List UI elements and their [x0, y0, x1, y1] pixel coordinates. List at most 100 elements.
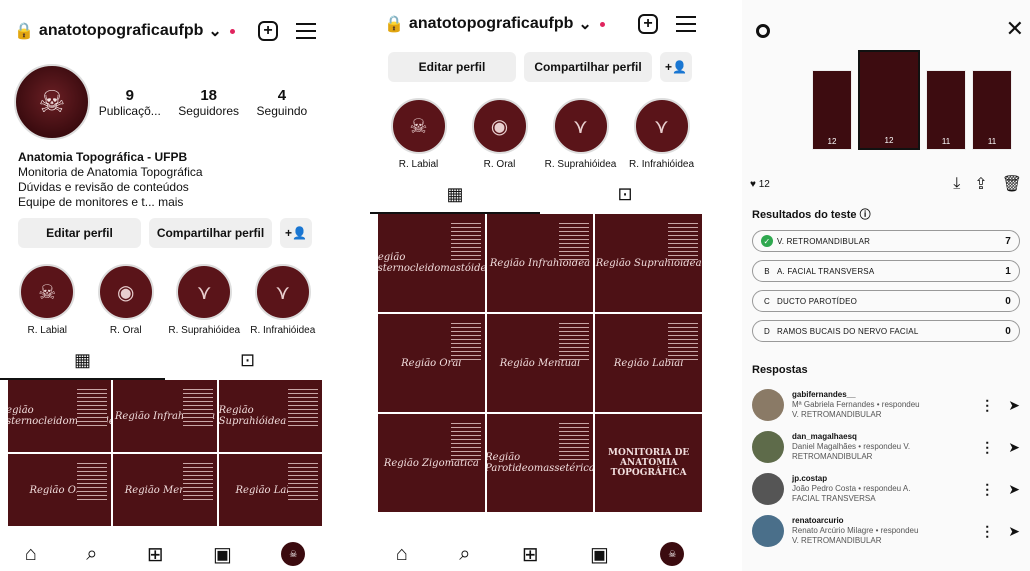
share-profile-button[interactable]: Compartilhar perfil — [149, 218, 272, 248]
grid-tab-icon[interactable]: ▦ — [0, 342, 165, 380]
story-thumbnail[interactable]: 12 — [812, 70, 852, 150]
post-thumbnail[interactable]: Região Oral — [378, 314, 485, 412]
info-icon[interactable]: ⓘ — [860, 209, 871, 221]
view-count-value: 12 — [758, 178, 770, 190]
quiz-option[interactable]: B A. FACIAL TRANSVERSA 1 — [752, 260, 1020, 282]
post-thumbnail[interactable]: Região Esternocleidomastóidea — [378, 214, 485, 312]
stat-following[interactable]: 4 Seguindo — [257, 87, 308, 118]
avatar[interactable] — [752, 389, 784, 421]
highlight-item[interactable]: ⋎ R. Infrahióidea — [623, 98, 701, 170]
menu-icon[interactable] — [296, 23, 316, 39]
search-icon[interactable]: ⌕ — [459, 543, 470, 566]
edit-profile-button[interactable]: Editar perfil — [388, 52, 516, 82]
post-thumbnail[interactable]: Região Suprahióidea — [595, 214, 702, 312]
post-text-lines — [667, 220, 698, 260]
thumb-view-count: 12 — [827, 137, 837, 146]
menu-icon[interactable] — [676, 16, 696, 32]
reels-icon[interactable]: ▣ — [213, 542, 232, 567]
profile-summary: ☠ 9 Publicaçõ... 18 Seguidores 4 Seguindo — [0, 62, 330, 142]
home-icon[interactable]: ⌂ — [25, 543, 37, 566]
bio-line[interactable]: Equipe de monitores e t... mais — [18, 195, 312, 210]
send-icon[interactable]: ➤ — [1008, 439, 1020, 456]
highlight-item[interactable]: ◉ R. Oral — [87, 264, 165, 336]
create-icon[interactable]: + — [638, 14, 658, 34]
post-thumbnail[interactable]: Região Parotideomassetérica — [486, 414, 594, 512]
profile-header: 🔒 anatotopograficaufpb ⌄ + — [0, 0, 330, 62]
create-icon[interactable]: ⊞ — [522, 542, 539, 567]
response-text: gabifernandes__ Mª Gabriela Fernandes • r… — [792, 390, 966, 420]
send-icon[interactable]: ➤ — [1008, 523, 1020, 540]
response-row[interactable]: gabifernandes__ Mª Gabriela Fernandes • r… — [742, 384, 1030, 426]
more-icon[interactable]: ⋮ — [980, 397, 994, 414]
add-person-button[interactable]: +👤 — [660, 52, 692, 82]
account-switcher[interactable]: 🔒 anatotopograficaufpb ⌄ — [14, 21, 258, 41]
highlight-item[interactable]: ⋎ R. Infrahióidea — [244, 264, 322, 336]
response-row[interactable]: dan_magalhaesq Daniel Magalhães • respond… — [742, 426, 1030, 468]
edit-profile-button[interactable]: Editar perfil — [18, 218, 141, 248]
create-icon[interactable]: ⊞ — [147, 542, 164, 567]
story-thumbnail[interactable]: 11 — [972, 70, 1012, 150]
post-thumbnail[interactable]: Região Oral — [8, 454, 112, 526]
send-icon[interactable]: ➤ — [1008, 397, 1020, 414]
quiz-option[interactable]: ✓ V. RETROMANDIBULAR 7 — [752, 230, 1020, 252]
post-thumbnail[interactable]: Região Infrahióidea — [113, 380, 217, 452]
stat-posts[interactable]: 9 Publicaçõ... — [99, 87, 161, 118]
post-thumbnail[interactable]: Região Zigomática — [378, 414, 485, 512]
more-icon[interactable]: ⋮ — [980, 439, 994, 456]
story-thumbnail[interactable]: 11 — [926, 70, 966, 150]
post-text-lines — [667, 320, 698, 360]
highlight-item[interactable]: ☠ R. Labial — [8, 264, 86, 336]
post-thumbnail[interactable]: Região Mentual — [113, 454, 217, 526]
profile-avatar-icon[interactable]: ☠ — [660, 542, 685, 566]
more-icon[interactable]: ⋮ — [980, 523, 994, 540]
bottom-nav: ⌂ ⌕ ⊞ ▣ ☠ — [370, 537, 710, 571]
avatar[interactable] — [752, 473, 784, 505]
post-title: MONITORIA DE ANATOMIA TOPOGRÁFICA — [608, 448, 690, 478]
response-row[interactable]: renatoarcurio Renato Arcúrio Milagre • re… — [742, 510, 1030, 552]
profile-avatar-icon[interactable]: ☠ — [281, 542, 306, 566]
notification-dot — [229, 28, 235, 34]
reels-icon[interactable]: ▣ — [590, 542, 609, 567]
tagged-tab-icon[interactable]: ⊡ — [165, 342, 330, 380]
avatar[interactable]: ☠ — [14, 64, 90, 140]
story-thumbnail-selected[interactable]: 12 — [858, 50, 920, 150]
post-thumbnail[interactable]: Região Labial — [218, 454, 322, 526]
highlight-cover: ⋎ — [633, 98, 690, 154]
create-icon[interactable]: + — [258, 21, 278, 41]
post-text-lines — [77, 386, 108, 426]
share-profile-button[interactable]: Compartilhar perfil — [524, 52, 652, 82]
quiz-option[interactable]: D RAMOS BUCAIS DO NERVO FACIAL 0 — [752, 320, 1020, 342]
more-icon[interactable]: ⋮ — [980, 481, 994, 498]
highlight-cover: ◉ — [97, 264, 154, 320]
search-icon[interactable]: ⌕ — [86, 543, 97, 566]
stat-label: Publicaçõ... — [98, 103, 161, 118]
home-icon[interactable]: ⌂ — [396, 543, 408, 566]
add-person-button[interactable]: +👤 — [280, 218, 312, 248]
post-thumbnail[interactable]: Região Suprahióidea — [218, 380, 322, 452]
post-thumbnail[interactable]: Região Esternocleidomastóidea — [8, 380, 112, 452]
highlight-item[interactable]: ☠ R. Labial — [380, 98, 458, 170]
stat-followers[interactable]: 18 Seguidores — [178, 87, 239, 118]
response-line: FACIAL TRANSVERSA — [792, 494, 876, 503]
post-thumbnail[interactable]: Região Infrahióidea — [486, 214, 594, 312]
avatar[interactable] — [752, 431, 784, 463]
send-icon[interactable]: ➤ — [1008, 481, 1020, 498]
tagged-tab-icon[interactable]: ⊡ — [540, 176, 710, 214]
close-icon[interactable]: ✕ — [1006, 16, 1024, 42]
post-thumbnail[interactable]: MONITORIA DE ANATOMIA TOPOGRÁFICA — [595, 414, 702, 512]
share-icon[interactable]: ⇪ — [974, 174, 987, 194]
post-text-lines — [559, 420, 590, 460]
download-icon[interactable]: ⤓ — [953, 175, 960, 193]
highlight-item[interactable]: ◉ R. Oral — [461, 98, 539, 170]
post-thumbnail[interactable]: Região Mentual — [486, 314, 594, 412]
stats: 9 Publicaçõ... 18 Seguidores 4 Seguindo — [90, 87, 316, 118]
grid-tab-icon[interactable]: ▦ — [370, 176, 540, 214]
highlight-item[interactable]: ⋎ R. Suprahióidea — [165, 264, 243, 336]
quiz-option[interactable]: C DUCTO PAROTÍDEO 0 — [752, 290, 1020, 312]
account-switcher[interactable]: 🔒 anatotopograficaufpb ⌄ — [384, 14, 638, 34]
trash-icon[interactable]: 🗑 — [1002, 174, 1022, 194]
response-row[interactable]: jp.costap João Pedro Costa • respondeu A.… — [742, 468, 1030, 510]
highlight-item[interactable]: ⋎ R. Suprahióidea — [542, 98, 620, 170]
post-thumbnail[interactable]: Região Labial — [595, 314, 702, 412]
avatar[interactable] — [752, 515, 784, 547]
